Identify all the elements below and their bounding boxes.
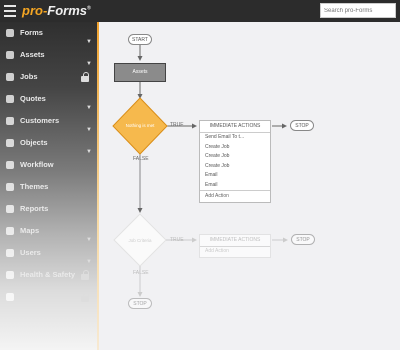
actions-header: IMMEDIATE ACTIONS — [200, 235, 270, 247]
add-action-button[interactable]: Add Action — [200, 190, 270, 202]
stop-node[interactable]: STOP — [291, 234, 315, 245]
action-item[interactable]: Create Job — [200, 162, 270, 172]
assets-node[interactable]: Assets — [114, 63, 166, 82]
start-node[interactable]: START — [128, 34, 152, 45]
decision-label: Job Criteria — [128, 238, 152, 243]
true-label: TRUE — [170, 122, 184, 128]
immediate-actions-panel: IMMEDIATE ACTIONS Send Email To t... Cre… — [199, 120, 271, 203]
action-item[interactable]: Create Job — [200, 143, 270, 153]
false-label: FALSE — [133, 270, 149, 276]
action-item[interactable]: Email — [200, 171, 270, 181]
stop-node[interactable]: STOP — [290, 120, 314, 131]
action-item[interactable]: Send Email To t... — [200, 133, 270, 143]
false-label: FALSE — [133, 156, 149, 162]
action-item[interactable]: Create Job — [200, 152, 270, 162]
action-item[interactable]: Email — [200, 181, 270, 191]
add-action-button[interactable]: Add Action — [200, 247, 270, 257]
decision-label: Nothing is met — [125, 123, 155, 128]
actions-header: IMMEDIATE ACTIONS — [200, 121, 270, 133]
true-label: TRUE — [170, 237, 184, 243]
stop-node[interactable]: STOP — [128, 298, 152, 309]
immediate-actions-panel: IMMEDIATE ACTIONS Add Action — [199, 234, 271, 258]
